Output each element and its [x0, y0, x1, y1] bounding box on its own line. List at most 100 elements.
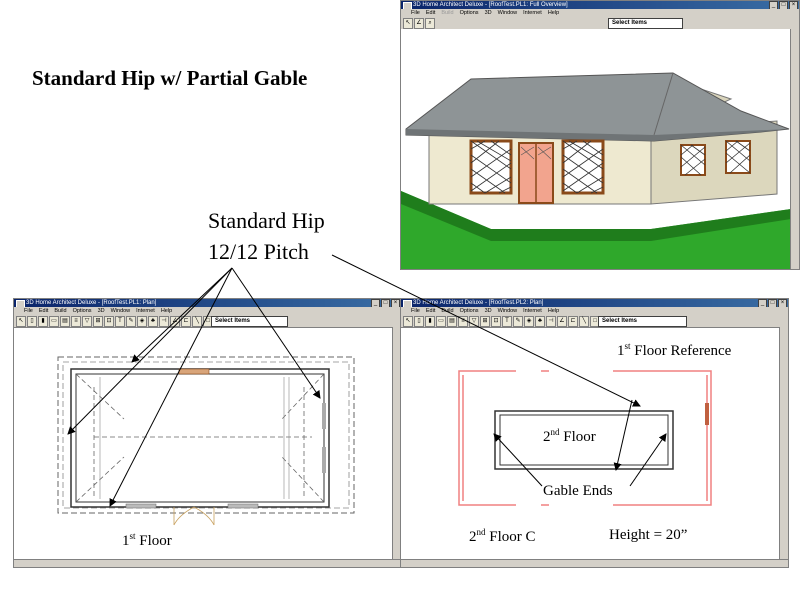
menu-edit[interactable]: Edit — [426, 9, 435, 17]
cabinet-tool-icon[interactable]: ▤ — [447, 316, 457, 327]
menu-3d[interactable]: 3D — [98, 307, 105, 315]
fixture-tool-icon[interactable]: ⊞ — [93, 316, 103, 327]
landscape-tool-icon[interactable]: ♣ — [148, 316, 158, 327]
menu-window[interactable]: Window — [498, 307, 518, 315]
fill-tool-icon[interactable]: ◈ — [137, 316, 147, 327]
overview-window[interactable]: 3D Home Architect Deluxe - [RoofTest.PL1… — [400, 0, 800, 270]
maximize-button[interactable]: □ — [779, 1, 788, 9]
camera-icon[interactable]: ∠ — [557, 316, 567, 327]
menu-options[interactable]: Options — [460, 9, 479, 17]
select-items-field[interactable]: Select Items — [608, 18, 683, 29]
callout-label-hip: Standard Hip — [208, 208, 325, 233]
select-arrow-icon[interactable]: ↖ — [16, 316, 26, 327]
zoom-icon[interactable]: ⌕ — [425, 18, 435, 29]
overview-vertical-scrollbar[interactable] — [790, 29, 799, 269]
plan1-title-bar[interactable]: 3D Home Architect Deluxe - [RoofTest.PL1… — [14, 299, 401, 307]
window-tool-icon[interactable]: ▭ — [49, 316, 59, 327]
line-tool-icon[interactable]: ╲ — [579, 316, 589, 327]
menu-help[interactable]: Help — [548, 307, 559, 315]
select-items-field[interactable]: Select Items — [598, 316, 687, 327]
text-tool-icon[interactable]: T — [502, 316, 512, 327]
fixture-tool-icon[interactable]: ⊞ — [480, 316, 490, 327]
paint-tool-icon[interactable]: ✎ — [513, 316, 523, 327]
select-items-field[interactable]: Select Items — [211, 316, 288, 327]
window-marker-top — [178, 368, 210, 375]
menu-internet[interactable]: Internet — [523, 9, 542, 17]
menu-file[interactable]: File — [411, 9, 420, 17]
app-icon — [16, 300, 25, 307]
select-arrow-icon[interactable]: ↖ — [403, 18, 413, 29]
menu-internet[interactable]: Internet — [523, 307, 542, 315]
exterior-walls — [70, 368, 330, 508]
menu-3d[interactable]: 3D — [485, 9, 492, 17]
plan2-horizontal-scrollbar[interactable] — [401, 559, 788, 567]
camera-icon[interactable]: ∠ — [170, 316, 180, 327]
minimize-button[interactable]: _ — [758, 299, 767, 307]
elevation-icon[interactable]: ⊏ — [568, 316, 578, 327]
menu-build[interactable]: Build — [441, 307, 453, 315]
close-button[interactable]: × — [778, 299, 787, 307]
plan2-title: 3D Home Architect Deluxe - [RoofTest.PL2… — [413, 300, 544, 306]
menu-window[interactable]: Window — [111, 307, 131, 315]
menu-file[interactable]: File — [411, 307, 420, 315]
gable-ends-label: Gable Ends — [543, 483, 613, 499]
plan1-menu-bar: File Edit Build Options 3D Window Intern… — [14, 307, 401, 315]
menu-help[interactable]: Help — [161, 307, 172, 315]
plan1-title: 3D Home Architect Deluxe - [RoofTest.PL1… — [26, 300, 157, 306]
menu-window[interactable]: Window — [498, 9, 518, 17]
first-floor-label: 1st Floor — [122, 531, 172, 549]
paint-tool-icon[interactable]: ✎ — [126, 316, 136, 327]
overview-title: 3D Home Architect Deluxe - [RoofTest.PL1… — [413, 2, 568, 8]
door-tool-icon[interactable]: ▮ — [425, 316, 435, 327]
cabinet-tool-icon[interactable]: ▤ — [60, 316, 70, 327]
minimize-button[interactable]: _ — [371, 299, 380, 307]
door-tool-icon[interactable]: ▮ — [38, 316, 48, 327]
roof-tool-icon[interactable]: ▽ — [82, 316, 92, 327]
close-button[interactable]: × — [391, 299, 400, 307]
app-icon — [403, 2, 412, 9]
plan1-drawing — [57, 356, 355, 526]
elevation-icon[interactable]: ⊏ — [181, 316, 191, 327]
plan2-menu-bar: File Edit Build Options 3D Window Intern… — [401, 307, 788, 315]
menu-options[interactable]: Options — [460, 307, 479, 315]
text-tool-icon[interactable]: T — [115, 316, 125, 327]
fill-tool-icon[interactable]: ◈ — [524, 316, 534, 327]
menu-build[interactable]: Build — [54, 307, 66, 315]
furniture-tool-icon[interactable]: ⊡ — [491, 316, 501, 327]
menu-options[interactable]: Options — [73, 307, 92, 315]
menu-help[interactable]: Help — [548, 9, 559, 17]
callout-label-pitch: 12/12 Pitch — [208, 239, 309, 264]
stairs-tool-icon[interactable]: ≡ — [458, 316, 468, 327]
plan2-window[interactable]: 3D Home Architect Deluxe - [RoofTest.PL2… — [400, 298, 789, 568]
plan1-window[interactable]: 3D Home Architect Deluxe - [RoofTest.PL1… — [13, 298, 402, 568]
slide-title: Standard Hip w/ Partial Gable — [32, 66, 308, 90]
wall-tool-icon[interactable]: ▯ — [27, 316, 37, 327]
overview-title-bar[interactable]: 3D Home Architect Deluxe - [RoofTest.PL1… — [401, 1, 799, 9]
select-arrow-icon[interactable]: ↖ — [403, 316, 413, 327]
wall-tool-icon[interactable]: ▯ — [414, 316, 424, 327]
plan1-horizontal-scrollbar[interactable] — [14, 559, 401, 567]
maximize-button[interactable]: □ — [381, 299, 390, 307]
plan2-title-bar[interactable]: 3D Home Architect Deluxe - [RoofTest.PL2… — [401, 299, 788, 307]
maximize-button[interactable]: □ — [768, 299, 777, 307]
furniture-tool-icon[interactable]: ⊡ — [104, 316, 114, 327]
window-tool-icon[interactable]: ▭ — [436, 316, 446, 327]
dimension-tool-icon[interactable]: ⊣ — [546, 316, 556, 327]
menu-file[interactable]: File — [24, 307, 33, 315]
overview-menu-bar: File Edit Build Options 3D Window Intern… — [401, 9, 799, 17]
menu-build[interactable]: Build — [441, 9, 453, 17]
camera-icon[interactable]: ∠ — [414, 18, 424, 29]
close-button[interactable]: × — [789, 1, 798, 9]
dimension-tool-icon[interactable]: ⊣ — [159, 316, 169, 327]
menu-edit[interactable]: Edit — [426, 307, 435, 315]
line-tool-icon[interactable]: ╲ — [192, 316, 202, 327]
plan2-vertical-scrollbar[interactable] — [779, 327, 788, 567]
menu-3d[interactable]: 3D — [485, 307, 492, 315]
stairs-tool-icon[interactable]: ≡ — [71, 316, 81, 327]
minimize-button[interactable]: _ — [769, 1, 778, 9]
roof-outline — [57, 356, 355, 514]
menu-edit[interactable]: Edit — [39, 307, 48, 315]
landscape-tool-icon[interactable]: ♣ — [535, 316, 545, 327]
roof-tool-icon[interactable]: ▽ — [469, 316, 479, 327]
menu-internet[interactable]: Internet — [136, 307, 155, 315]
